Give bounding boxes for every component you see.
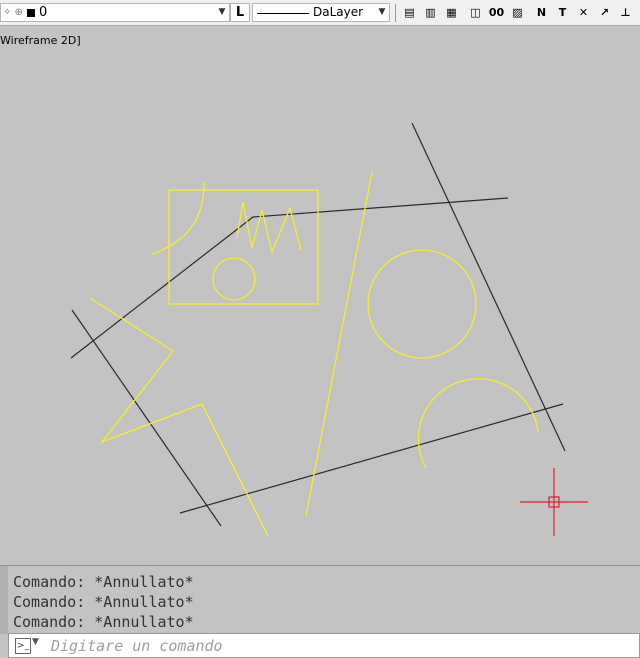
line-icon[interactable]: ↗ — [595, 3, 614, 22]
yellow-line[interactable] — [305, 171, 373, 517]
erase-icon[interactable]: ✕ — [574, 3, 593, 22]
multileader-icon[interactable]: T — [553, 3, 572, 22]
crosshair-cursor — [520, 468, 588, 536]
yellow-polyline[interactable] — [89, 297, 269, 537]
chevron-down-icon[interactable]: ▼ — [32, 637, 39, 647]
text-style-icon[interactable]: 00 — [487, 3, 506, 22]
linetype-dropdown[interactable]: DaLayer ▼ — [252, 3, 390, 22]
lineweight-button[interactable]: L — [230, 3, 250, 22]
chevron-down-icon[interactable]: ▼ — [375, 4, 389, 21]
black-line[interactable] — [71, 309, 222, 527]
linetype-preview — [257, 13, 309, 14]
dimension-style-icon[interactable]: ▨ — [508, 3, 527, 22]
table-style-icon[interactable]: N — [532, 3, 551, 22]
yellow-arc[interactable] — [417, 378, 539, 469]
yellow-small-circle[interactable] — [212, 257, 256, 301]
layer-name: 0 — [39, 5, 48, 20]
black-line[interactable] — [179, 403, 564, 514]
command-line-grip[interactable] — [0, 566, 8, 634]
black-polyline[interactable] — [70, 197, 509, 359]
linetype-label: DaLayer — [313, 5, 364, 19]
black-line[interactable] — [411, 122, 566, 452]
layer-isolate-icon[interactable]: ▦ — [442, 3, 461, 22]
history-line: Comando: *Annullato* — [13, 593, 194, 611]
command-prompt-icon[interactable]: >_ — [15, 638, 31, 654]
layer-states-icon[interactable]: ▥ — [421, 3, 440, 22]
command-input[interactable] — [51, 636, 611, 655]
command-input-bar: >_ ▼ — [8, 633, 640, 658]
history-line: Comando: *Annullato* — [13, 573, 194, 591]
match-properties-icon[interactable]: ◫ — [466, 3, 485, 22]
layer-state-icon: ✧ ⊕ — [3, 7, 23, 18]
toolbar-separator — [395, 4, 396, 22]
perpendicular-icon[interactable]: ⊥ — [616, 3, 635, 22]
drawing-canvas[interactable] — [0, 26, 640, 564]
yellow-arc[interactable] — [151, 181, 205, 255]
command-history: Comando: *Annullato* Comando: *Annullato… — [0, 565, 640, 634]
yellow-zigzag[interactable] — [236, 201, 302, 255]
history-line: Comando: *Annullato* — [13, 613, 194, 631]
lineweight-icon: L — [235, 5, 245, 20]
layer-color-swatch — [27, 9, 35, 17]
properties-toolbar: ✧ ⊕ 0 ▼ L DaLayer ▼ ▤ ▥ ▦ ◫ 00 ▨ N T ✕ ↗ ⊥ — [0, 0, 640, 26]
layer-properties-icon[interactable]: ▤ — [400, 3, 419, 22]
layer-dropdown[interactable]: ✧ ⊕ 0 ▼ — [0, 3, 230, 22]
yellow-circle[interactable] — [367, 249, 477, 359]
chevron-down-icon[interactable]: ▼ — [215, 4, 229, 21]
